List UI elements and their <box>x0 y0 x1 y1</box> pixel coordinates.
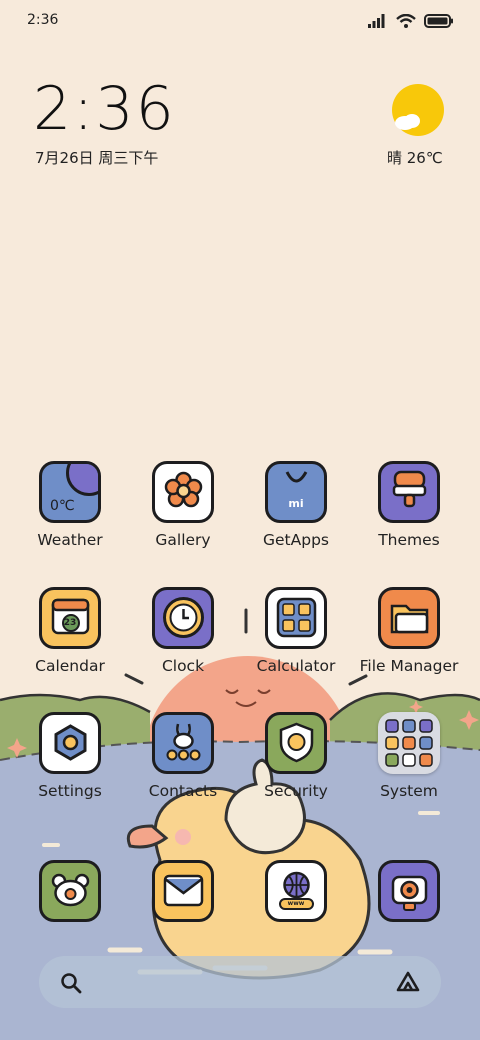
shopping-bag-icon: mi <box>265 461 327 523</box>
app-label: Calculator <box>256 657 336 675</box>
app-calendar[interactable]: 23 Calendar <box>15 587 125 675</box>
app-label: Weather <box>37 531 103 549</box>
app-settings[interactable]: Settings <box>15 712 125 800</box>
signal-icon <box>368 14 385 28</box>
calculator-icon <box>265 587 327 649</box>
app-clock[interactable]: Clock <box>128 587 238 675</box>
app-weather[interactable]: 0℃ Weather <box>15 461 125 549</box>
app-security[interactable]: Security <box>241 712 351 800</box>
clock-icon <box>152 587 214 649</box>
app-label: Gallery <box>155 531 211 549</box>
app-label: Calendar <box>35 657 105 675</box>
assistant-icon[interactable] <box>395 970 421 994</box>
status-bar-time: 2:36 <box>27 12 59 28</box>
gear-icon <box>39 712 101 774</box>
search-bar[interactable] <box>39 956 441 1008</box>
app-gallery[interactable]: Gallery <box>128 461 238 549</box>
app-label: Themes <box>378 531 440 549</box>
app-themes[interactable]: Themes <box>354 461 464 549</box>
app-label: File Manager <box>359 657 459 675</box>
app-contacts[interactable]: Contacts <box>128 712 238 800</box>
browser-label: www <box>287 900 305 907</box>
paint-roller-icon <box>378 461 440 523</box>
phone-icon <box>39 860 101 922</box>
app-getapps[interactable]: mi GetApps <box>241 461 351 549</box>
app-label: Contacts <box>148 782 218 800</box>
wifi-icon <box>396 14 416 28</box>
dock-camera[interactable] <box>354 860 464 922</box>
camera-icon <box>378 860 440 922</box>
app-system-folder[interactable]: System <box>354 712 464 800</box>
flower-icon <box>152 461 214 523</box>
app-file-manager[interactable]: File Manager <box>354 587 464 675</box>
app-label: Security <box>264 782 328 800</box>
shield-icon <box>265 712 327 774</box>
mail-icon <box>152 860 214 922</box>
getapps-mark: mi <box>288 497 304 510</box>
battery-icon <box>424 14 453 28</box>
sun-cloud-icon[interactable] <box>392 84 444 136</box>
bunny-contacts-icon <box>152 712 214 774</box>
app-label: System <box>380 782 438 800</box>
app-calculator[interactable]: Calculator <box>241 587 351 675</box>
app-label: Clock <box>161 657 205 675</box>
folder-icon <box>378 587 440 649</box>
clock-widget-time[interactable]: 2:36 <box>33 74 176 144</box>
clock-widget-date: 7月26日 周三下午 <box>35 149 159 167</box>
status-bar-icons <box>368 12 454 30</box>
weather-temp: 0℃ <box>50 498 75 514</box>
search-icon[interactable] <box>59 971 83 995</box>
dock-phone[interactable] <box>15 860 125 922</box>
calendar-day: 23 <box>63 618 77 628</box>
browser-icon: www <box>265 860 327 922</box>
weather-icon: 0℃ <box>39 461 101 523</box>
app-label: GetApps <box>263 531 329 549</box>
app-folder-icon <box>378 712 440 774</box>
app-label: Settings <box>38 782 102 800</box>
calendar-icon: 23 <box>39 587 101 649</box>
dock-mail[interactable] <box>128 860 238 922</box>
weather-widget-text: 晴 26℃ <box>387 149 443 167</box>
dock-browser[interactable]: www <box>241 860 351 922</box>
